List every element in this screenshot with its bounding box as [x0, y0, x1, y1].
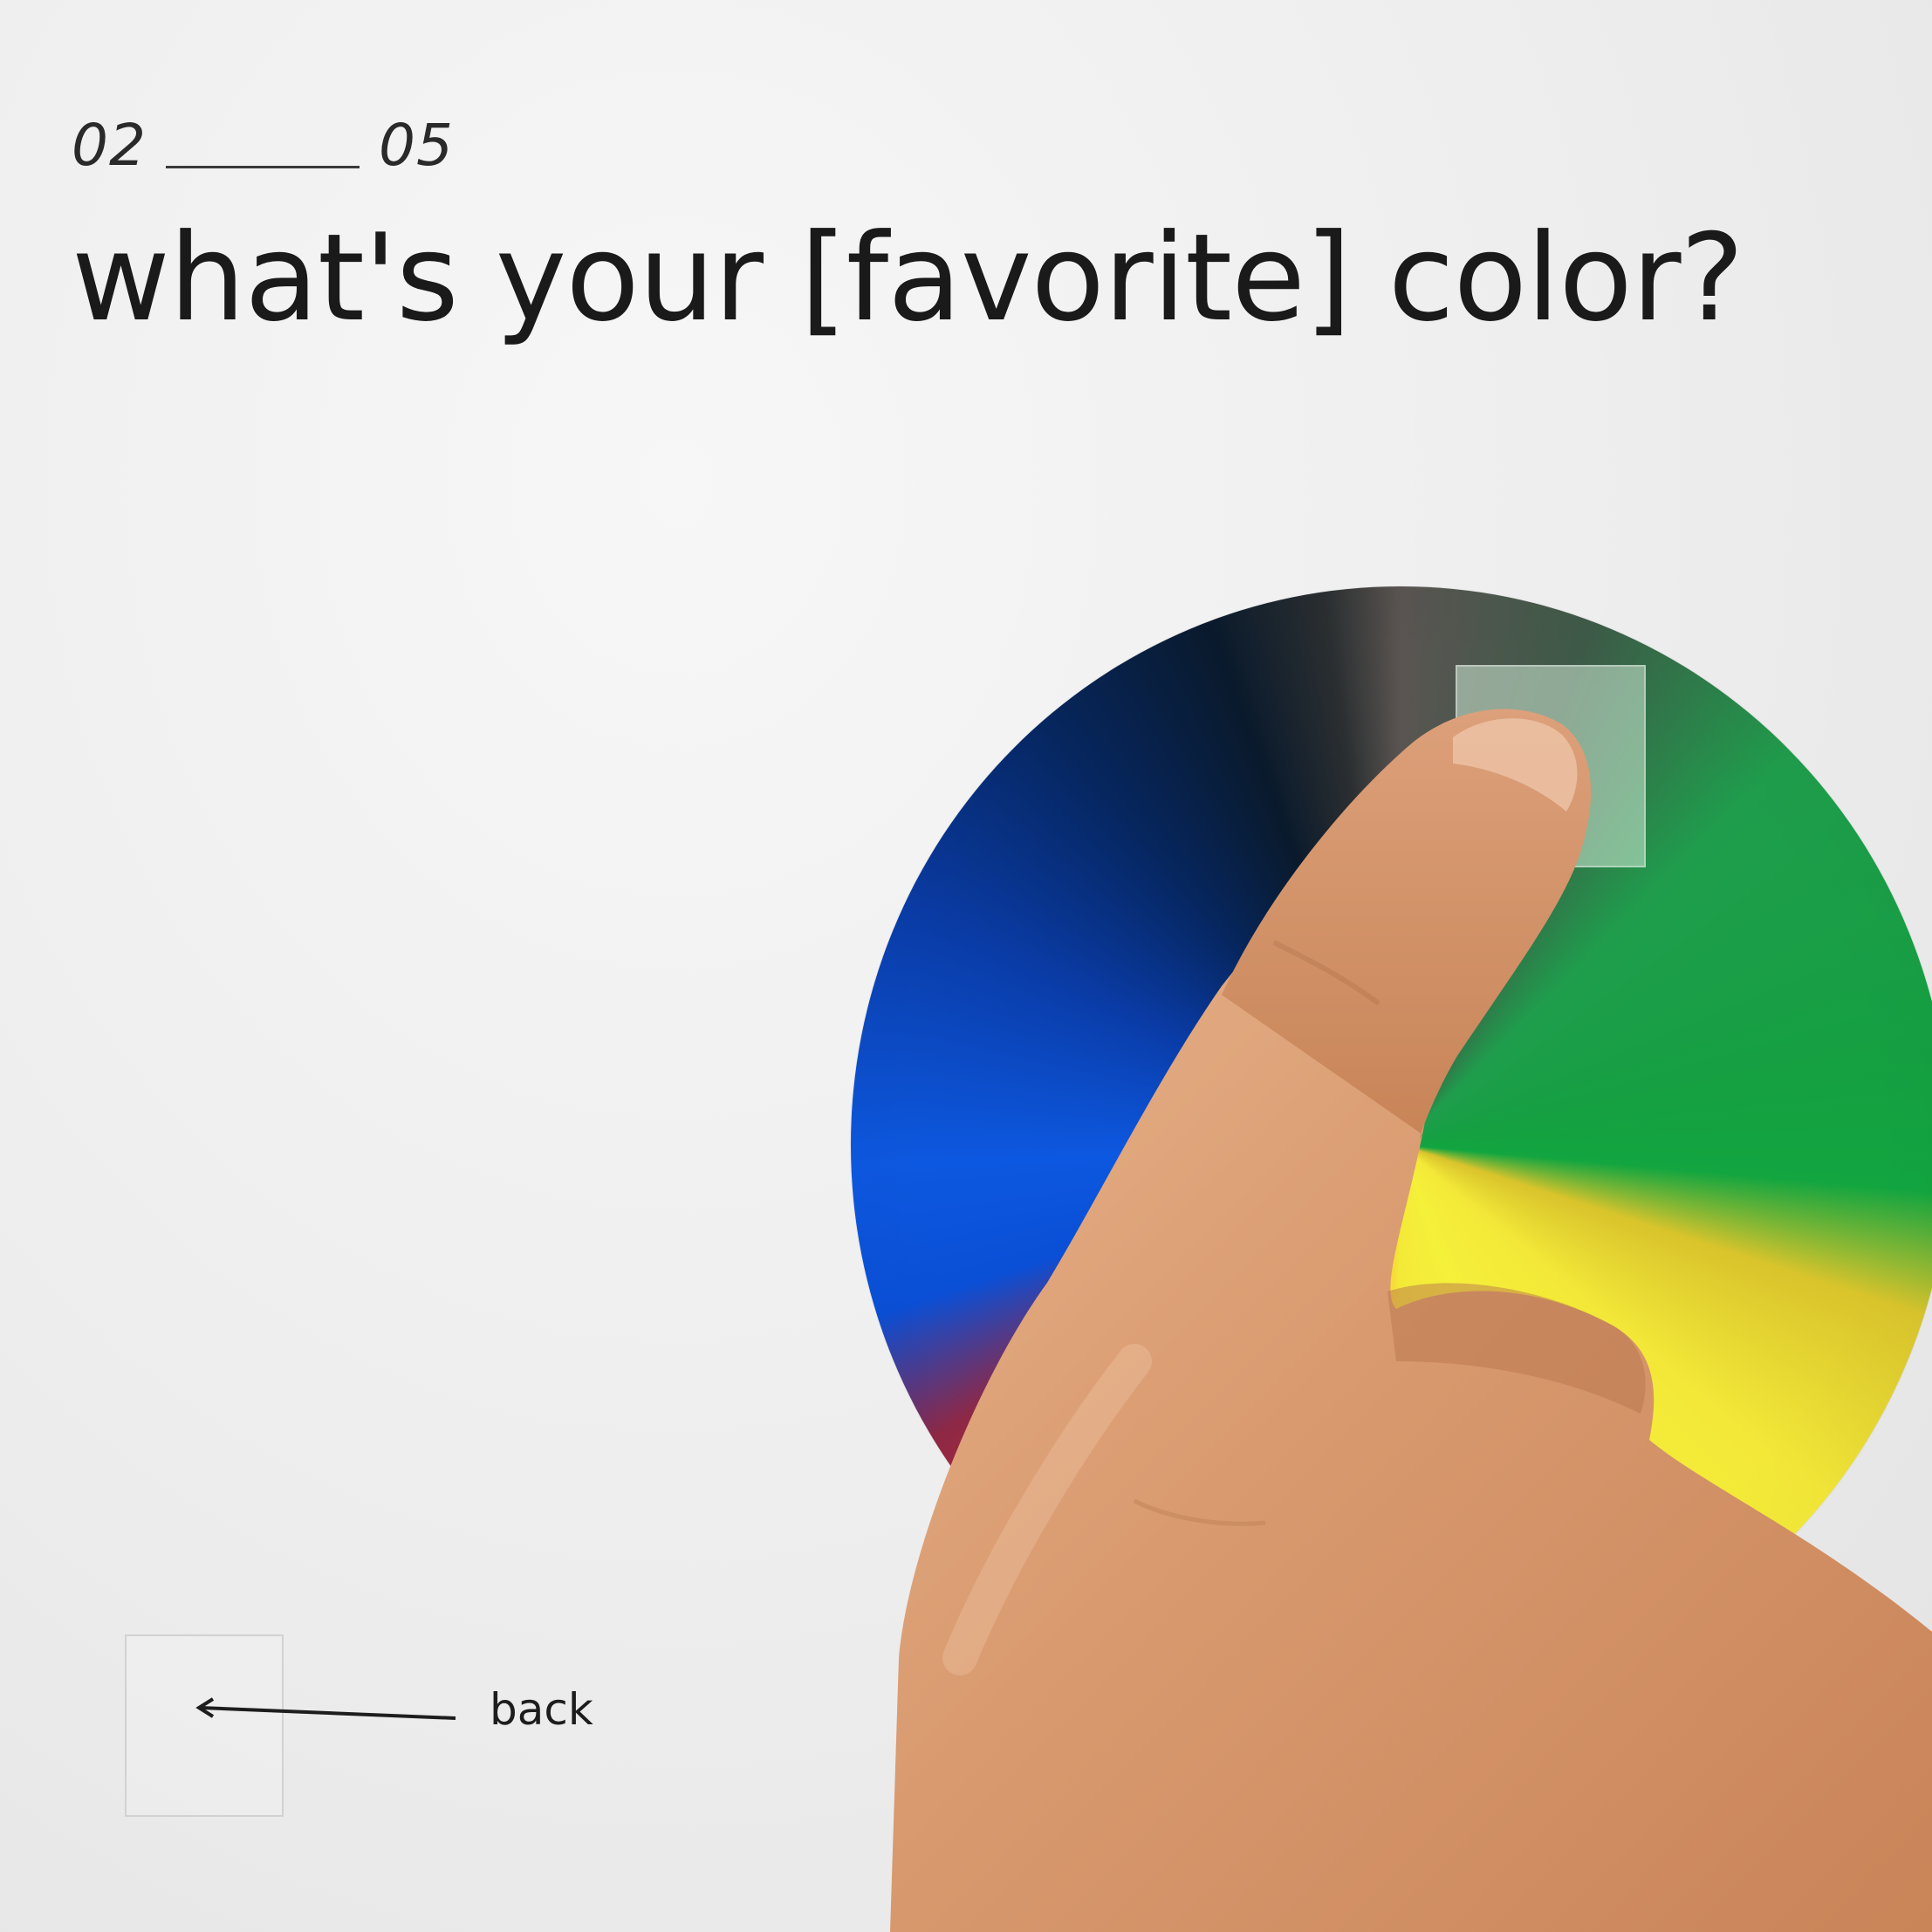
- survey-screen: 02 05 what's your [favorite] color? back: [0, 0, 1932, 1932]
- question-title: what's your [favorite] color?: [72, 208, 1744, 348]
- step-divider: [165, 166, 360, 168]
- step-current: 02: [72, 112, 147, 179]
- color-wheel-selector[interactable]: [1456, 665, 1646, 867]
- arrow-left-icon: [194, 1692, 460, 1727]
- step-total: 05: [378, 112, 454, 179]
- color-wheel[interactable]: [851, 586, 1932, 1703]
- back-button[interactable]: back: [194, 1684, 593, 1735]
- step-indicator: 02 05: [72, 112, 454, 179]
- back-label: back: [490, 1684, 593, 1735]
